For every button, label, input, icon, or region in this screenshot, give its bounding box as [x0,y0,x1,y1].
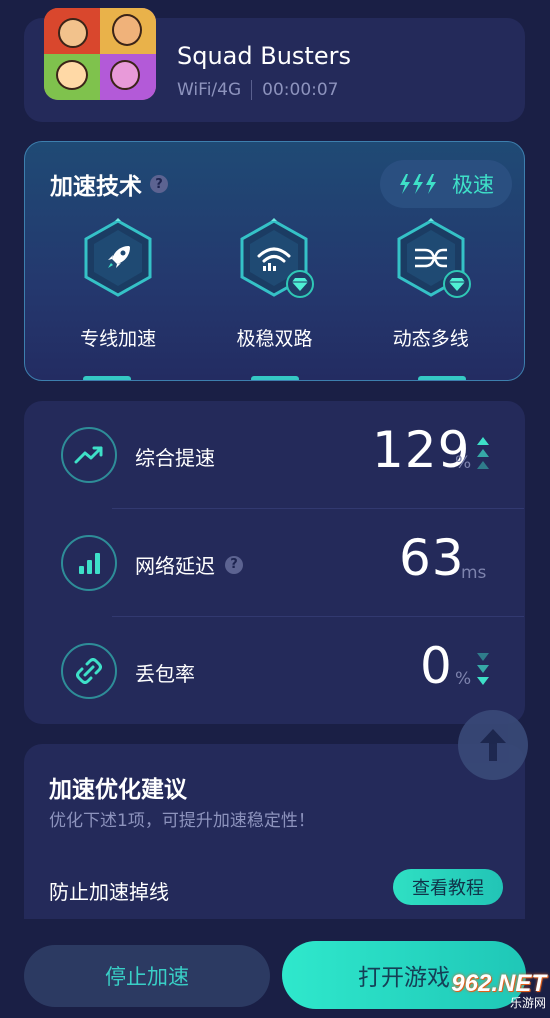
tech-item-indicator [83,376,131,380]
tech-item-label: 极稳双路 [236,328,313,350]
packet-loss-label: 丢包率 [135,662,195,686]
broken-link-icon [61,643,117,699]
network-type: WiFi/4G [177,80,242,100]
rocket-icon [104,242,134,276]
tech-item-multi-line[interactable]: 动态多线 [356,218,506,351]
diamond-icon [442,270,471,298]
trend-up-arrows-icon [476,436,490,472]
suggestion-title: 加速优化建议 [49,777,187,803]
tech-title-text: 加速技术 [50,174,142,200]
tech-item-label: 专线加速 [80,328,157,350]
hex-badge [238,218,315,298]
stat-speedup: 综合提速 129 % [24,401,525,509]
hex-badge [395,218,471,298]
arrow-up-icon [480,729,506,761]
meta-divider [251,80,253,100]
tech-title: 加速技术 ? [50,167,168,201]
latency-unit: ms [461,563,487,583]
optimize-suggestion-card: 加速优化建议 优化下述1项，可提升加速稳定性！ 防止加速掉线 查看教程 [24,744,525,919]
game-cover-icon [44,8,156,100]
packet-loss-value: 0 [420,637,453,695]
stat-label: 网络延迟 ? [135,550,243,579]
stat-packet-loss: 丢包率 0 % [24,617,525,725]
suggestion-item-label: 防止加速掉线 [49,880,169,904]
hex-badge [82,218,154,298]
latency-label: 网络延迟 [135,554,215,578]
tech-item-indicator [418,376,466,380]
packet-loss-unit: % [455,669,472,689]
stats-card: 综合提速 129 % 网络延迟 ? 63 ms 丢包率 0 % [24,401,525,724]
stat-label: 综合提速 [135,442,215,471]
stop-accel-button[interactable]: 停止加速 [24,945,270,1007]
game-meta: WiFi/4G 00:00:07 [177,80,339,100]
question-icon[interactable]: ? [225,555,243,574]
tech-item-dedicated[interactable]: 专线加速 [43,218,193,351]
tech-items: 专线加速 极稳双路 动态多线 [25,218,524,351]
signal-bars-icon [61,535,117,591]
speed-mode-label: 极速 [452,173,494,197]
open-game-button[interactable]: 打开游戏 [282,941,526,1009]
triple-bolt-icon [398,173,438,195]
tech-item-dual-path[interactable]: 极稳双路 [199,218,349,351]
stat-label: 丢包率 [135,658,195,687]
game-title: Squad Busters [177,42,351,70]
accel-tech-card: 加速技术 ? 极速 专线加速 极稳双路 动态多线 [24,141,525,381]
speed-mode-pill[interactable]: 极速 [380,160,512,208]
latency-value: 63 [399,529,465,587]
tech-item-label: 动态多线 [392,328,469,350]
multi-line-icon [413,245,449,275]
accel-timer: 00:00:07 [262,80,339,100]
question-icon[interactable]: ? [150,175,168,193]
stat-latency: 网络延迟 ? 63 ms [24,509,525,617]
view-tutorial-button[interactable]: 查看教程 [393,869,503,905]
trend-down-arrows-icon [476,652,490,688]
game-info-card: Squad Busters WiFi/4G 00:00:07 [24,8,525,122]
tech-item-indicator [251,376,299,380]
speedup-label: 综合提速 [135,446,215,470]
wifi-dual-icon [256,244,292,276]
suggestion-subtitle: 优化下述1项，可提升加速稳定性！ [49,811,315,831]
speedup-unit: % [455,453,472,473]
trend-up-icon [61,427,117,483]
scroll-top-button[interactable] [458,710,528,780]
